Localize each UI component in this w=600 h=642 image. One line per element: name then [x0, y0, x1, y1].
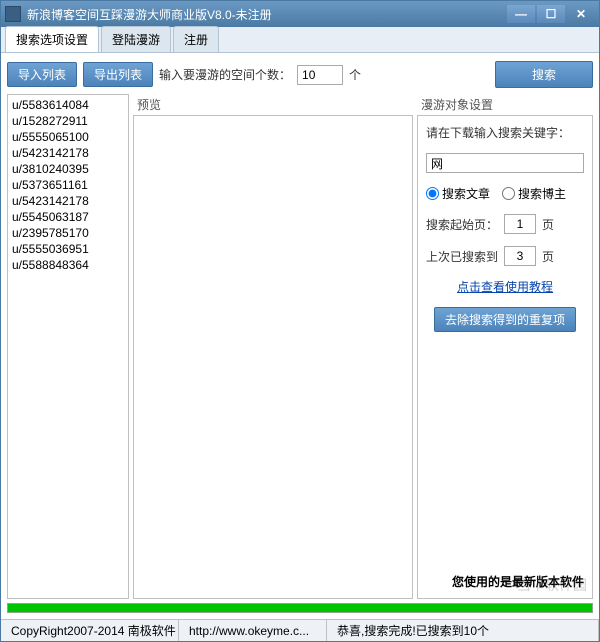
- tab-strip: 搜索选项设置 登陆漫游 注册: [1, 27, 599, 53]
- radio-article-input[interactable]: [426, 187, 439, 200]
- status-bar: CopyRight2007-2014 南极软件 http://www.okeym…: [1, 619, 599, 641]
- count-label: 输入要漫游的空间个数：: [159, 66, 291, 83]
- last-page-suffix: 页: [542, 248, 554, 265]
- start-page-suffix: 页: [542, 216, 554, 233]
- minimize-button[interactable]: —: [507, 5, 535, 23]
- keyword-input[interactable]: [426, 153, 584, 173]
- close-button[interactable]: ✕: [567, 5, 595, 23]
- list-item[interactable]: u/5583614084: [10, 97, 126, 113]
- radio-blogger-label: 搜索博主: [518, 185, 566, 202]
- tab-login-roam[interactable]: 登陆漫游: [101, 26, 171, 52]
- radio-blogger-input[interactable]: [502, 187, 515, 200]
- titlebar: 新浪博客空间互踩漫游大师商业版V8.0-未注册 — ☐ ✕: [1, 1, 599, 27]
- status-url[interactable]: http://www.okeyme.c...: [179, 620, 327, 641]
- list-item[interactable]: u/5588848364: [10, 257, 126, 273]
- start-page-row: 搜索起始页： 页: [426, 214, 584, 234]
- list-item[interactable]: u/5423142178: [10, 193, 126, 209]
- list-item[interactable]: u/5555065100: [10, 129, 126, 145]
- radio-article[interactable]: 搜索文章: [426, 185, 490, 202]
- list-item[interactable]: u/5555036951: [10, 241, 126, 257]
- status-msg: 恭喜,搜索完成!已搜索到10个: [327, 620, 599, 641]
- last-page-row: 上次已搜索到 页: [426, 246, 584, 266]
- tutorial-link[interactable]: 点击查看使用教程: [426, 278, 584, 295]
- start-page-label: 搜索起始页：: [426, 216, 498, 233]
- settings-fieldset: 请在下载输入搜索关键字： 搜索文章 搜索博主 搜索起始页：: [417, 115, 593, 599]
- last-page-input[interactable]: [504, 246, 536, 266]
- list-item[interactable]: u/3810240395: [10, 161, 126, 177]
- preview-label: 预览: [133, 94, 413, 115]
- preview-box: [133, 115, 413, 599]
- settings-pane: 漫游对象设置 请在下载输入搜索关键字： 搜索文章 搜索博主: [417, 94, 593, 599]
- window-title: 新浪博客空间互踩漫游大师商业版V8.0-未注册: [27, 6, 507, 23]
- toolbar: 导入列表 导出列表 输入要漫游的空间个数： 个 搜索: [7, 59, 593, 90]
- radio-blogger[interactable]: 搜索博主: [502, 185, 566, 202]
- start-page-input[interactable]: [504, 214, 536, 234]
- app-window: 新浪博客空间互踩漫游大师商业版V8.0-未注册 — ☐ ✕ 搜索选项设置 登陆漫…: [0, 0, 600, 642]
- list-item[interactable]: u/2395785170: [10, 225, 126, 241]
- settings-legend: 漫游对象设置: [417, 94, 593, 115]
- radio-article-label: 搜索文章: [442, 185, 490, 202]
- main-row: u/5583614084u/1528272911u/5555065100u/54…: [7, 94, 593, 599]
- app-icon: [5, 6, 21, 22]
- version-text: 您使用的是最新版本软件: [426, 573, 584, 590]
- preview-pane: 预览: [133, 94, 413, 599]
- keyword-label: 请在下载输入搜索关键字：: [426, 124, 584, 141]
- list-item[interactable]: u/5545063187: [10, 209, 126, 225]
- export-list-button[interactable]: 导出列表: [83, 62, 153, 87]
- maximize-button[interactable]: ☐: [537, 5, 565, 23]
- list-item[interactable]: u/5423142178: [10, 145, 126, 161]
- tab-search-settings[interactable]: 搜索选项设置: [5, 26, 99, 52]
- import-list-button[interactable]: 导入列表: [7, 62, 77, 87]
- status-copyright: CopyRight2007-2014 南极软件: [1, 620, 179, 641]
- search-button[interactable]: 搜索: [495, 61, 593, 88]
- dedup-button[interactable]: 去除搜索得到的重复项: [434, 307, 576, 332]
- list-item[interactable]: u/5373651161: [10, 177, 126, 193]
- tab-register[interactable]: 注册: [173, 26, 219, 52]
- last-page-label: 上次已搜索到: [426, 248, 498, 265]
- list-item[interactable]: u/1528272911: [10, 113, 126, 129]
- count-suffix: 个: [349, 66, 361, 83]
- content-area: 导入列表 导出列表 输入要漫游的空间个数： 个 搜索 u/5583614084u…: [1, 53, 599, 619]
- roam-count-input[interactable]: [297, 65, 343, 85]
- progress-bar: [7, 603, 593, 613]
- search-type-radios: 搜索文章 搜索博主: [426, 185, 584, 202]
- user-list-pane[interactable]: u/5583614084u/1528272911u/5555065100u/54…: [7, 94, 129, 599]
